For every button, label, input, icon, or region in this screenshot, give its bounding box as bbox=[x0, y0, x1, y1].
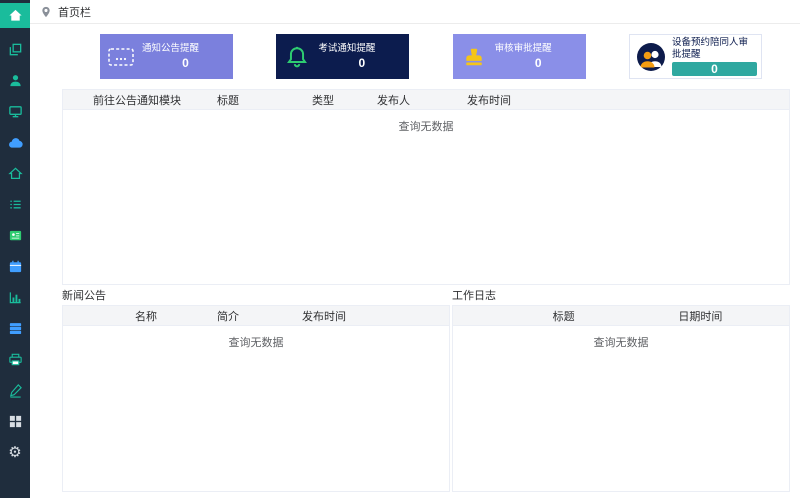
app-window: ⚙ 首页栏 通知公告提醒 0 bbox=[0, 0, 800, 498]
monitor-icon bbox=[8, 104, 23, 119]
empty-text: 查询无数据 bbox=[453, 326, 789, 350]
news-table-header: 名称 简介 发布时间 bbox=[63, 306, 449, 326]
card-title: 通知公告提醒 bbox=[142, 43, 229, 55]
sidebar-item-chart[interactable] bbox=[0, 282, 30, 313]
main-area: 首页栏 通知公告提醒 0 考 bbox=[30, 0, 800, 498]
page-title: 首页栏 bbox=[58, 4, 91, 20]
sidebar-item-server[interactable] bbox=[0, 313, 30, 344]
sidebar-item-user[interactable] bbox=[0, 65, 30, 96]
notice-table-header: 前往公告通知模块 标题 类型 发布人 发布时间 bbox=[63, 90, 789, 110]
sidebar-item-house[interactable] bbox=[0, 158, 30, 189]
card-value: 0 bbox=[318, 56, 405, 70]
user-icon bbox=[8, 73, 23, 88]
worklog-panel: 工作日志 标题 日期时间 查询无数据 bbox=[452, 289, 790, 492]
news-panel: 新闻公告 名称 简介 发布时间 查询无数据 bbox=[62, 289, 450, 492]
people-icon bbox=[630, 35, 672, 78]
bell-icon bbox=[276, 34, 318, 79]
location-pin-icon bbox=[40, 6, 52, 18]
col-publish-time: 发布时间 bbox=[463, 92, 789, 108]
sidebar-item-idcard[interactable] bbox=[0, 220, 30, 251]
sidebar-item-cloud[interactable] bbox=[0, 127, 30, 158]
card-device-reservation-reminder[interactable]: 设备预约陪同人审批提醒 0 bbox=[629, 34, 762, 79]
card-value: 0 bbox=[495, 56, 582, 70]
empty-text: 查询无数据 bbox=[63, 110, 789, 134]
sidebar-item-copy[interactable] bbox=[0, 34, 30, 65]
card-title: 设备预约陪同人审批提醒 bbox=[672, 37, 757, 61]
grid-icon bbox=[8, 414, 23, 429]
sidebar-item-settings[interactable]: ⚙ bbox=[0, 437, 30, 468]
notice-table-body: 查询无数据 bbox=[63, 110, 789, 284]
sidebar-item-calendar[interactable] bbox=[0, 251, 30, 282]
col-intro: 简介 bbox=[213, 308, 298, 324]
cloud-icon bbox=[8, 135, 23, 150]
col-publish-time: 发布时间 bbox=[298, 308, 449, 324]
card-title: 审核审批提醒 bbox=[495, 43, 582, 55]
worklog-table-body: 查询无数据 bbox=[453, 326, 789, 491]
card-value: 0 bbox=[672, 62, 757, 76]
sidebar-item-edit[interactable] bbox=[0, 375, 30, 406]
sidebar-item-home[interactable] bbox=[0, 3, 30, 28]
worklog-panel-title: 工作日志 bbox=[452, 289, 790, 305]
home-icon bbox=[8, 8, 23, 23]
envelope-icon bbox=[100, 34, 142, 79]
news-table: 名称 简介 发布时间 查询无数据 bbox=[62, 305, 450, 492]
goto-notice-module-link[interactable]: 前往公告通知模块 bbox=[63, 92, 213, 108]
sidebar-item-list[interactable] bbox=[0, 189, 30, 220]
card-approval-reminder[interactable]: 审核审批提醒 0 bbox=[453, 34, 586, 79]
news-panel-title: 新闻公告 bbox=[62, 289, 450, 305]
sidebar: ⚙ bbox=[0, 0, 30, 498]
col-name: 名称 bbox=[63, 308, 213, 324]
notice-table: 前往公告通知模块 标题 类型 发布人 发布时间 查询无数据 bbox=[62, 89, 790, 285]
worklog-table: 标题 日期时间 查询无数据 bbox=[452, 305, 790, 492]
bottom-panels: 新闻公告 名称 简介 发布时间 查询无数据 工作日志 bbox=[62, 289, 790, 492]
worklog-table-header: 标题 日期时间 bbox=[453, 306, 789, 326]
content: 通知公告提醒 0 考试通知提醒 0 bbox=[30, 24, 800, 498]
card-title: 考试通知提醒 bbox=[318, 43, 405, 55]
list-icon bbox=[8, 197, 23, 212]
card-exam-reminder[interactable]: 考试通知提醒 0 bbox=[276, 34, 409, 79]
col-title: 标题 bbox=[453, 308, 674, 324]
news-table-body: 查询无数据 bbox=[63, 326, 449, 491]
calendar-icon bbox=[8, 259, 23, 274]
col-type: 类型 bbox=[308, 92, 373, 108]
stamp-icon bbox=[453, 34, 495, 79]
card-value: 0 bbox=[142, 56, 229, 70]
col-publisher: 发布人 bbox=[373, 92, 463, 108]
house-icon bbox=[8, 166, 23, 181]
col-datetime: 日期时间 bbox=[674, 308, 789, 324]
topbar: 首页栏 bbox=[30, 0, 800, 24]
sidebar-item-monitor[interactable] bbox=[0, 96, 30, 127]
copy-icon bbox=[8, 42, 23, 57]
summary-cards: 通知公告提醒 0 考试通知提醒 0 bbox=[100, 34, 762, 79]
edit-icon bbox=[8, 383, 23, 398]
chart-icon bbox=[8, 290, 23, 305]
card-notice-reminder[interactable]: 通知公告提醒 0 bbox=[100, 34, 233, 79]
col-title: 标题 bbox=[213, 92, 308, 108]
gear-icon: ⚙ bbox=[8, 445, 21, 460]
empty-text: 查询无数据 bbox=[63, 326, 449, 350]
id-card-icon bbox=[8, 228, 23, 243]
sidebar-item-printer[interactable] bbox=[0, 344, 30, 375]
sidebar-item-grid[interactable] bbox=[0, 406, 30, 437]
printer-icon bbox=[8, 352, 23, 367]
server-icon bbox=[8, 321, 23, 336]
